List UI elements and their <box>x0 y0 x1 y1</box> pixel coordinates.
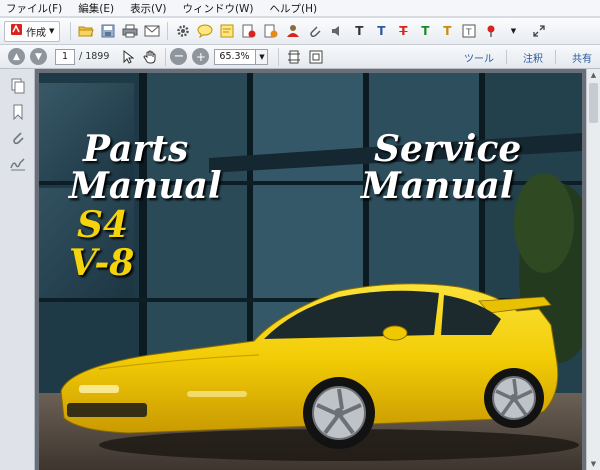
gear-icon[interactable] <box>174 22 192 40</box>
bookmark-icon[interactable] <box>0 99 35 125</box>
select-cursor-icon[interactable] <box>119 48 137 66</box>
hand-tool-icon[interactable] <box>141 48 159 66</box>
navigation-pane <box>0 69 35 470</box>
scroll-thumb[interactable] <box>589 83 598 123</box>
create-icon <box>10 23 23 39</box>
print-icon[interactable] <box>121 22 139 40</box>
service-title: Service <box>374 128 522 170</box>
strikethrough-icon[interactable]: T <box>394 22 412 40</box>
tools-link[interactable]: ツール <box>464 50 494 65</box>
toolbar-divider <box>70 22 72 40</box>
user-icon[interactable] <box>284 22 302 40</box>
pdf-cover-page: Parts Manual S4 V-8 Service Manual <box>39 73 582 470</box>
navigation-toolbar: ▲ ▼ 1 / 1899 − + 65.3% ▼ ツール 注釈 共有 <box>0 45 600 69</box>
share-link[interactable]: 共有 <box>572 50 592 65</box>
page-number-input[interactable]: 1 <box>55 48 75 65</box>
right-panel-links: ツール 注釈 共有 <box>448 45 592 69</box>
menu-bar: ファイル(F) 編集(E) 表示(V) ウィンドウ(W) ヘルプ(H) <box>0 0 600 17</box>
menu-file[interactable]: ファイル(F) <box>6 1 62 16</box>
document-viewport: Parts Manual S4 V-8 Service Manual ▲ ▼ <box>35 69 600 470</box>
link-divider <box>555 50 556 64</box>
zoom-level-input[interactable]: 65.3% <box>214 48 257 65</box>
create-button[interactable]: 作成 ▼ <box>4 20 61 42</box>
link-divider <box>506 50 507 64</box>
next-page-button[interactable]: ▼ <box>30 48 47 65</box>
toolbar-divider <box>278 47 280 66</box>
main-toolbar: 作成 ▼ T T T T T T ▼ <box>0 18 600 45</box>
scroll-up-icon[interactable]: ▲ <box>587 69 600 81</box>
menu-window[interactable]: ウィンドウ(W) <box>182 1 253 16</box>
stamp-icon[interactable] <box>240 22 258 40</box>
audio-icon[interactable] <box>328 22 346 40</box>
model-title: S4 <box>77 204 129 246</box>
menu-help[interactable]: ヘルプ(H) <box>270 1 318 16</box>
expand-icon[interactable] <box>530 22 548 40</box>
fit-page-icon[interactable] <box>285 48 303 66</box>
open-folder-icon[interactable] <box>77 22 95 40</box>
zoom-out-button[interactable]: − <box>170 48 188 65</box>
engine-title: V-8 <box>69 242 135 284</box>
menu-view[interactable]: 表示(V) <box>130 1 166 16</box>
chevron-down-icon: ▼ <box>49 27 55 35</box>
attachment-pane-icon[interactable] <box>0 125 35 151</box>
highlight-icon[interactable]: T <box>416 22 434 40</box>
note-icon[interactable] <box>218 22 236 40</box>
parts-title: Parts <box>83 128 189 170</box>
textbox-icon[interactable]: T <box>460 22 478 40</box>
text-box-icon[interactable]: T <box>438 22 456 40</box>
page-thumbnails-icon[interactable] <box>0 73 35 99</box>
vertical-scrollbar[interactable]: ▲ ▼ <box>586 69 600 470</box>
sign-icon[interactable] <box>262 22 280 40</box>
attach-icon[interactable] <box>306 22 324 40</box>
create-label: 作成 <box>26 27 46 39</box>
pushpin-icon[interactable] <box>482 22 500 40</box>
menu-edit[interactable]: 編集(E) <box>78 1 114 16</box>
svg-text:T: T <box>465 28 472 38</box>
manual-right-title: Manual <box>361 165 514 207</box>
text-insert-icon[interactable]: T <box>350 22 368 40</box>
signature-pane-icon[interactable] <box>0 151 35 177</box>
comment-icon[interactable] <box>196 22 214 40</box>
page-total: / 1899 <box>79 51 110 62</box>
email-icon[interactable] <box>143 22 161 40</box>
scroll-down-icon[interactable]: ▼ <box>587 458 600 470</box>
text-replace-icon[interactable]: T <box>372 22 390 40</box>
zoom-dropdown-button[interactable]: ▼ <box>256 48 269 65</box>
previous-page-button[interactable]: ▲ <box>8 48 25 65</box>
comment-link[interactable]: 注釈 <box>523 50 543 65</box>
full-screen-icon[interactable] <box>307 48 325 66</box>
save-icon[interactable] <box>99 22 117 40</box>
more-dropdown-icon[interactable]: ▼ <box>504 22 522 40</box>
zoom-in-button[interactable]: + <box>192 48 210 65</box>
toolbar-divider <box>165 47 167 66</box>
manual-left-title: Manual <box>69 165 222 207</box>
toolbar-divider <box>167 22 169 40</box>
